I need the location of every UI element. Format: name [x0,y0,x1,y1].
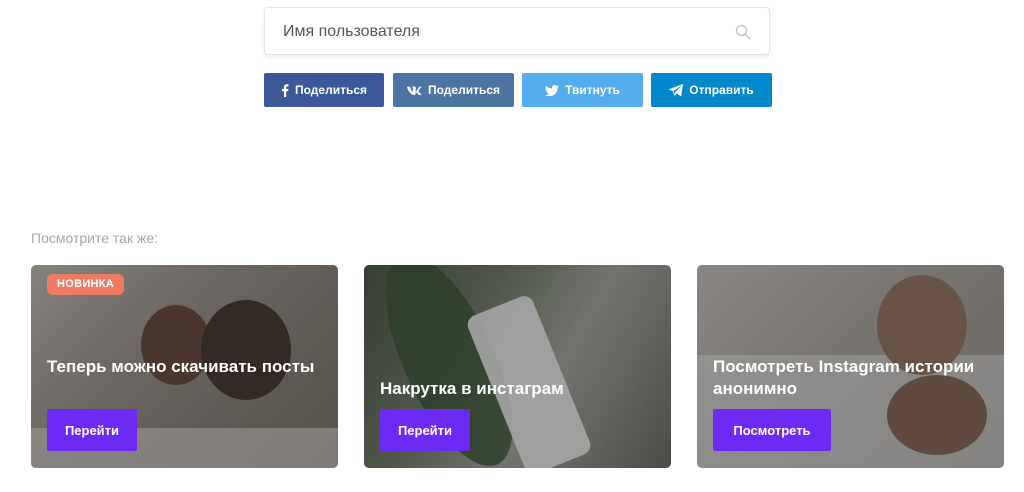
card-title: Накрутка в инстаграм [380,379,564,398]
twitter-icon [545,84,560,96]
card-go-button[interactable]: Перейти [47,409,137,451]
card-anonymous-stories[interactable]: Посмотреть Instagram истории анонимно По… [697,265,1004,468]
card-view-button[interactable]: Посмотреть [713,409,831,451]
search-icon[interactable] [735,24,751,40]
card-instagram-boost[interactable]: Накрутка в инстаграм Перейти [364,265,671,468]
search-box [264,7,770,56]
telegram-share-label: Отправить [689,83,754,97]
telegram-icon [669,84,684,96]
twitter-share-label: Твитнуть [565,83,620,97]
card-title: Посмотреть Instagram истории анонимно [713,357,975,398]
card-download-posts[interactable]: НОВИНКА Теперь можно скачивать посты Пер… [31,265,338,468]
new-badge: НОВИНКА [47,274,125,295]
telegram-share-button[interactable]: Отправить [651,73,772,107]
facebook-share-label: Поделиться [294,83,368,97]
see-also-heading: Посмотрите так же: [31,230,158,246]
twitter-share-button[interactable]: Твитнуть [522,73,643,107]
vk-share-button[interactable]: Поделиться [393,73,514,107]
card-go-button[interactable]: Перейти [380,409,470,451]
vk-share-label: Поделиться [427,83,501,97]
vk-icon [407,86,422,95]
search-input[interactable] [265,8,725,56]
card-title: Теперь можно скачивать посты [47,357,315,376]
facebook-share-button[interactable]: Поделиться [264,73,384,107]
facebook-icon [281,83,289,97]
